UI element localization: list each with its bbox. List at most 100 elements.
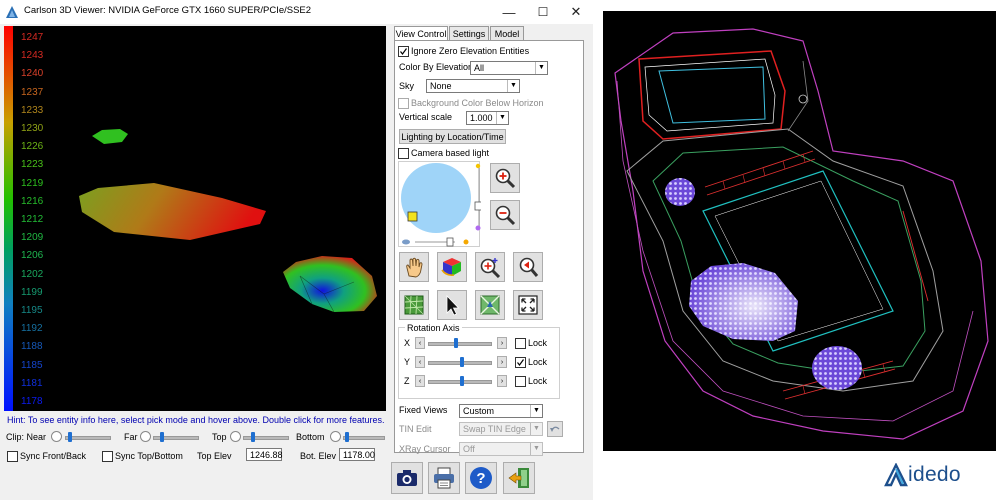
zoom-in-button[interactable] — [490, 163, 520, 193]
fixed-views-select[interactable]: Custom ▼ — [459, 404, 543, 418]
axis-x-slider[interactable] — [428, 342, 492, 346]
3d-scene — [79, 129, 377, 313]
elevation-legend-label: 1230 — [21, 123, 44, 134]
axis-y-thumb[interactable] — [460, 357, 464, 367]
clip-near-toggle[interactable] — [51, 431, 62, 442]
camera-light-checkbox[interactable] — [398, 148, 409, 159]
clip-bottom-thumb[interactable] — [345, 432, 349, 442]
axis-y-decrease-button[interactable]: ‹ — [415, 356, 425, 368]
axis-y-lock-checkbox[interactable] — [515, 357, 526, 368]
elevation-legend-label: 1240 — [21, 68, 44, 80]
tab-settings[interactable]: Settings — [449, 26, 489, 40]
clip-far-thumb[interactable] — [160, 432, 164, 442]
pond-southeast — [812, 346, 862, 390]
top-elev-label: Top Elev — [197, 451, 232, 461]
axis-x-lock-checkbox[interactable] — [515, 338, 526, 349]
zoom-window-button[interactable] — [475, 252, 505, 282]
surface-large-tin[interactable] — [79, 183, 266, 240]
color-by-elevation-select[interactable]: All ▼ — [470, 61, 548, 75]
elevation-legend-label: 1223 — [21, 159, 44, 171]
svg-text:?: ? — [476, 470, 485, 487]
elevation-legend-label: 1195 — [21, 305, 43, 316]
fit-extents-button[interactable] — [513, 290, 543, 320]
zoom-out-button[interactable] — [490, 200, 520, 230]
axis-x-thumb[interactable] — [454, 338, 458, 348]
checkmark-icon — [517, 359, 524, 366]
zoom-previous-button[interactable] — [513, 252, 543, 282]
clip-far-label: Far — [124, 432, 138, 442]
chevron-right-icon: › — [500, 358, 504, 366]
elevation-legend-label: 1188 — [21, 341, 43, 353]
undo-tin-edit-button[interactable] — [547, 421, 563, 437]
axis-z-lock-checkbox[interactable] — [515, 376, 526, 387]
axis-z-thumb[interactable] — [460, 376, 464, 386]
checkmark-icon — [400, 48, 407, 55]
surface-round-tin[interactable] — [283, 256, 377, 312]
elevation-legend-label: 1247 — [21, 32, 44, 43]
help-button[interactable]: ? — [465, 462, 497, 494]
rotation-axis-label: Rotation Axis — [405, 323, 462, 333]
sun-marker-icon — [407, 211, 418, 222]
pan-tool-button[interactable] — [399, 252, 429, 282]
bot-elev-field[interactable]: 1178.00 — [339, 448, 375, 461]
chevron-down-icon: ▼ — [530, 443, 542, 455]
minimize-button[interactable]: — — [492, 0, 526, 24]
clip-bottom-toggle[interactable] — [330, 431, 341, 442]
bg-below-horizon-label: Background Color Below Horizon — [411, 98, 544, 108]
color-by-elevation-label: Color By Elevation — [399, 62, 474, 72]
map-view-button[interactable] — [475, 290, 505, 320]
pointer-arrow-icon — [446, 295, 460, 316]
clip-bottom-slider[interactable] — [343, 436, 385, 440]
maximize-button[interactable]: ☐ — [526, 0, 560, 24]
axis-z-decrease-button[interactable]: ‹ — [415, 375, 425, 387]
tin-grid-icon — [404, 295, 424, 315]
exit-button[interactable] — [503, 462, 535, 494]
elevation-legend-label: 1178 — [21, 396, 43, 407]
axis-x-decrease-button[interactable]: ‹ — [415, 337, 425, 349]
tab-view-control[interactable]: View Control — [394, 26, 448, 41]
sync-top-bottom-checkbox[interactable] — [102, 451, 113, 462]
ignore-zero-checkbox[interactable] — [398, 46, 409, 57]
clip-top-toggle[interactable] — [230, 431, 241, 442]
select-pointer-button[interactable] — [437, 290, 467, 320]
top-elev-field[interactable]: 1246.88 — [246, 448, 283, 461]
tin-grid-button[interactable] — [399, 290, 429, 320]
surface-small-green[interactable] — [92, 129, 128, 144]
elevation-legend-label: 1233 — [21, 104, 44, 116]
sky-select[interactable]: None ▼ — [426, 79, 520, 93]
light-dome — [401, 163, 483, 247]
light-position-control[interactable] — [398, 161, 483, 247]
fit-extents-icon — [518, 295, 538, 315]
elevation-legend-label: 1212 — [21, 214, 44, 225]
clip-far-toggle[interactable] — [140, 431, 151, 442]
print-button[interactable] — [428, 462, 460, 494]
lighting-location-time-button[interactable]: Lighting by Location/Time — [399, 129, 506, 144]
color-cube-button[interactable] — [437, 252, 467, 282]
axis-x-increase-button[interactable]: › — [497, 337, 507, 349]
sync-front-back-checkbox[interactable] — [7, 451, 18, 462]
xray-cursor-select[interactable]: Off ▼ — [459, 442, 543, 456]
window-title: Carlson 3D Viewer: NVIDIA GeForce GTX 16… — [24, 5, 312, 16]
clip-top-slider[interactable] — [243, 436, 289, 440]
vertical-scale-select[interactable]: 1.000 ▼ — [466, 111, 509, 125]
axis-y-increase-button[interactable]: › — [497, 356, 507, 368]
3d-viewport[interactable] — [4, 26, 386, 411]
axis-z-lock-label: Lock — [528, 376, 548, 386]
screenshot-button[interactable] — [391, 462, 423, 494]
chevron-right-icon: › — [500, 339, 504, 347]
axis-z-increase-button[interactable]: › — [497, 375, 507, 387]
elevation-legend-label: 1199 — [21, 286, 43, 298]
chevron-left-icon: ‹ — [418, 339, 422, 347]
elevation-legend-label: 1181 — [21, 377, 43, 389]
chevron-down-icon: ▼ — [530, 405, 542, 417]
axis-x-label: X — [404, 338, 411, 348]
clip-top-thumb[interactable] — [251, 432, 255, 442]
bg-below-horizon-checkbox[interactable] — [398, 98, 409, 109]
exit-door-icon — [508, 468, 529, 488]
close-button[interactable]: ✕ — [559, 0, 593, 24]
sync-top-bottom-label: Sync Top/Bottom — [115, 451, 183, 461]
tin-edit-select[interactable]: Swap TIN Edge ▼ — [459, 422, 543, 436]
tab-model[interactable]: Model — [490, 26, 524, 40]
clip-near-thumb[interactable] — [68, 432, 72, 442]
site-plan-drawing — [614, 28, 989, 440]
